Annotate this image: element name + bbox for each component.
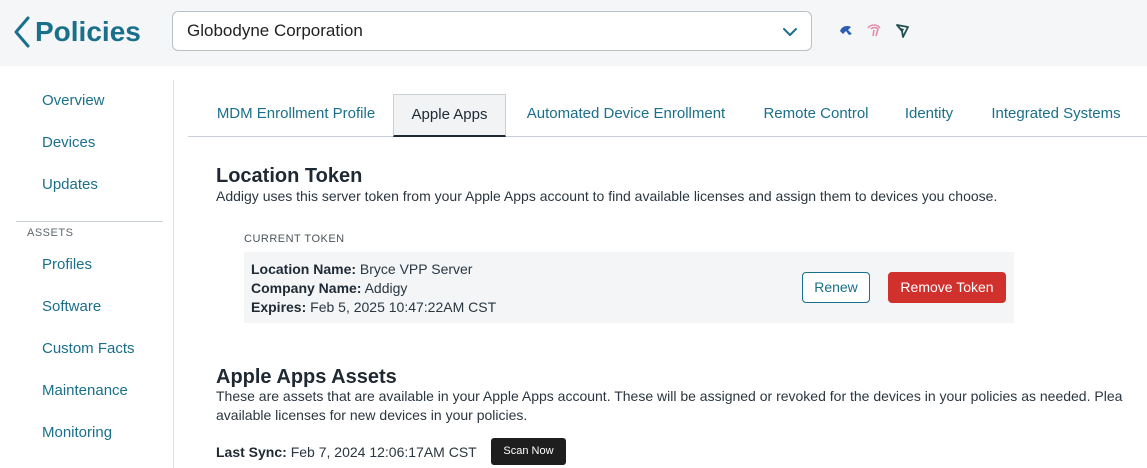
scan-now-button[interactable]: Scan Now bbox=[491, 438, 566, 465]
sidebar-item-monitoring[interactable]: Monitoring bbox=[42, 424, 112, 441]
organization-select-value: Globodyne Corporation bbox=[187, 21, 363, 40]
sidebar-item-maintenance[interactable]: Maintenance bbox=[42, 382, 128, 399]
page-title: Policies bbox=[35, 16, 141, 47]
last-sync-label: Last Sync: bbox=[216, 444, 287, 460]
header-icons bbox=[838, 22, 910, 38]
company-name-value: Addigy bbox=[364, 280, 408, 296]
chevron-down-icon bbox=[783, 28, 797, 36]
assets-description-line2: available licenses for new devices in yo… bbox=[216, 407, 528, 423]
expires-row: Expires: Feb 5, 2025 10:47:22AM CST bbox=[251, 299, 496, 315]
renew-button[interactable]: Renew bbox=[802, 272, 870, 303]
top-header: Policies Globodyne Corporation bbox=[0, 0, 1147, 66]
location-icon[interactable] bbox=[894, 22, 910, 38]
tab-automated-device-enrollment[interactable]: Automated Device Enrollment bbox=[516, 94, 736, 137]
tab-integrated-systems[interactable]: Integrated Systems bbox=[980, 94, 1132, 137]
sidebar-section-label: ASSETS bbox=[27, 227, 74, 239]
sidebar-item-profiles[interactable]: Profiles bbox=[42, 256, 92, 273]
tab-apple-apps[interactable]: Apple Apps bbox=[393, 94, 506, 137]
sidebar-divider bbox=[16, 221, 163, 222]
organization-select[interactable]: Globodyne Corporation bbox=[172, 11, 812, 51]
policy-tabs: MDM Enrollment Profile Apple Apps Automa… bbox=[188, 94, 1147, 137]
expires-label: Expires: bbox=[251, 299, 307, 315]
current-token-panel: Location Name: Bryce VPP Server Company … bbox=[244, 252, 1014, 323]
cursor-icon[interactable] bbox=[838, 22, 854, 38]
last-sync-row: Last Sync: Feb 7, 2024 12:06:17AM CST bbox=[216, 444, 477, 460]
tab-identity[interactable]: Identity bbox=[896, 94, 962, 137]
sidebar: Overview Devices Updates ASSETS Profiles… bbox=[0, 80, 174, 468]
assets-description-line1: These are assets that are available in y… bbox=[216, 388, 1123, 404]
location-token-description: Addigy uses this server token from your … bbox=[216, 188, 998, 204]
apple-apps-assets-title: Apple Apps Assets bbox=[216, 366, 397, 388]
sidebar-item-updates[interactable]: Updates bbox=[42, 176, 98, 193]
company-name-label: Company Name: bbox=[251, 280, 362, 296]
location-name-label: Location Name: bbox=[251, 261, 357, 277]
tab-remote-control[interactable]: Remote Control bbox=[754, 94, 878, 137]
fingerprint-icon[interactable] bbox=[866, 22, 882, 38]
back-to-policies-button[interactable]: Policies bbox=[12, 12, 141, 52]
chevron-left-icon bbox=[14, 16, 30, 48]
location-name-value: Bryce VPP Server bbox=[359, 261, 473, 277]
current-token-label: CURRENT TOKEN bbox=[244, 233, 345, 245]
location-token-title: Location Token bbox=[216, 165, 363, 187]
sidebar-item-overview[interactable]: Overview bbox=[42, 92, 105, 109]
location-name-row: Location Name: Bryce VPP Server bbox=[251, 261, 472, 277]
expires-value: Feb 5, 2025 10:47:22AM CST bbox=[310, 299, 497, 315]
sidebar-item-software[interactable]: Software bbox=[42, 298, 101, 315]
last-sync-value: Feb 7, 2024 12:06:17AM CST bbox=[290, 444, 477, 460]
company-name-row: Company Name: Addigy bbox=[251, 280, 407, 296]
remove-token-button[interactable]: Remove Token bbox=[888, 272, 1006, 303]
sidebar-item-devices[interactable]: Devices bbox=[42, 134, 95, 151]
sidebar-item-custom-facts[interactable]: Custom Facts bbox=[42, 340, 135, 357]
tab-mdm-enrollment-profile[interactable]: MDM Enrollment Profile bbox=[201, 94, 391, 137]
